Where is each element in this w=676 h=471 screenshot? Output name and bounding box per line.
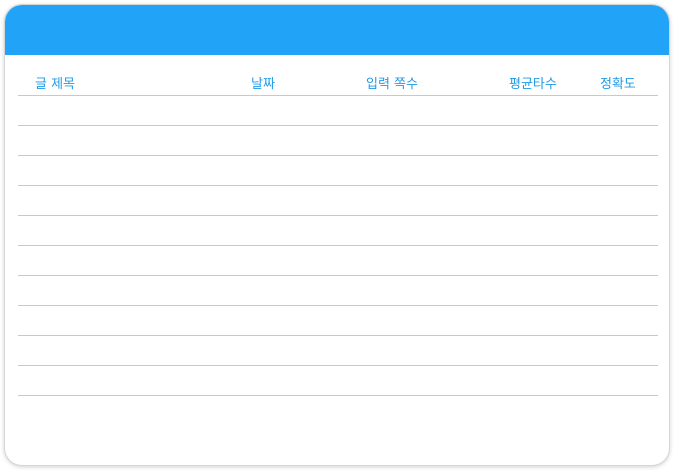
typing-records-panel: 글 제목 날짜 입력 쪽수 평균타수 정확도 xyxy=(4,4,670,466)
typing-record-table: 글 제목 날짜 입력 쪽수 평균타수 정확도 xyxy=(18,65,658,396)
column-header-chars[interactable]: 입력 쪽수 xyxy=(366,73,418,92)
table-row[interactable] xyxy=(18,246,658,276)
table-row[interactable] xyxy=(18,126,658,156)
table-row[interactable] xyxy=(18,336,658,366)
table-row[interactable] xyxy=(18,216,658,246)
table-row[interactable] xyxy=(18,156,658,186)
table-row[interactable] xyxy=(18,366,658,396)
table-body xyxy=(18,96,658,396)
table-row[interactable] xyxy=(18,306,658,336)
column-header-title[interactable]: 글 제목 xyxy=(35,73,75,92)
table-row[interactable] xyxy=(18,186,658,216)
panel-header-bar xyxy=(5,5,669,55)
table-row[interactable] xyxy=(18,276,658,306)
column-header-accuracy[interactable]: 정확도 xyxy=(600,73,636,92)
table-row[interactable] xyxy=(18,96,658,126)
table-header-row: 글 제목 날짜 입력 쪽수 평균타수 정확도 xyxy=(18,65,658,96)
column-header-date[interactable]: 날짜 xyxy=(251,73,275,92)
column-header-speed[interactable]: 평균타수 xyxy=(509,73,557,92)
